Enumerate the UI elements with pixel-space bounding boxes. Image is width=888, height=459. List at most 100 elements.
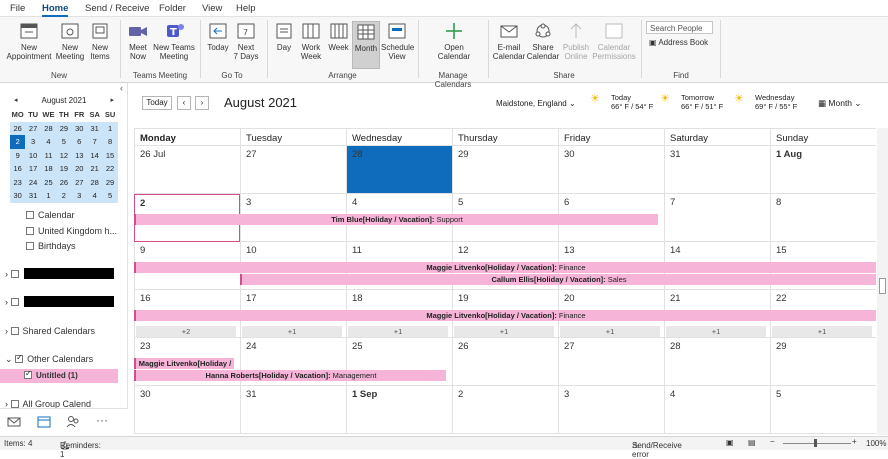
day-cell[interactable]: 8 <box>770 194 876 242</box>
mini-calendar-day[interactable]: 1 <box>41 189 56 203</box>
calendar-event[interactable]: Tim Blue[Holiday / Vacation]: Support <box>134 214 658 225</box>
more-events-button[interactable]: +1 <box>348 326 448 337</box>
calendar-event[interactable]: Hanna Roberts[Holiday / Vacation]: Manag… <box>134 370 446 381</box>
calendar-icon[interactable] <box>37 415 51 428</box>
checkbox[interactable] <box>10 327 19 335</box>
calendar-event[interactable]: Callum Ellis[Holiday / Vacation]: Sales <box>240 274 876 285</box>
mini-calendar-day[interactable]: 11 <box>41 149 56 163</box>
calendar-permissions-button[interactable]: Calendar Permissions <box>592 21 636 61</box>
day-cell[interactable]: 31 <box>664 146 770 194</box>
mini-calendar-day[interactable]: 2 <box>10 135 26 149</box>
more-events-button[interactable]: +1 <box>560 326 660 337</box>
mini-calendar-day[interactable]: 24 <box>25 176 40 190</box>
calendar-event[interactable]: Maggie Litvenko[Holiday / Vacation]: Fin… <box>134 262 876 273</box>
day-cell[interactable]: 29 <box>452 146 558 194</box>
mini-calendar-day[interactable]: 27 <box>72 176 87 190</box>
mini-calendar-day[interactable]: 22 <box>102 162 117 176</box>
mini-calendar-day[interactable]: 25 <box>41 176 56 190</box>
mini-calendar-day[interactable]: 29 <box>56 122 71 136</box>
week-view-button[interactable]: Week <box>326 21 351 52</box>
vertical-scrollbar[interactable] <box>877 128 888 435</box>
publish-online-button[interactable]: Publish Online <box>560 21 592 61</box>
search-people-input[interactable]: Search People <box>646 21 713 34</box>
folder-other-calendars[interactable]: ⌄ Other Calendars <box>5 353 93 365</box>
mini-calendar-day[interactable]: 26 <box>10 122 25 136</box>
mini-calendar-day[interactable]: 30 <box>10 189 25 203</box>
mini-calendar-day[interactable]: 9 <box>10 149 25 163</box>
more-events-button[interactable]: +1 <box>666 326 766 337</box>
more-events-button[interactable]: +1 <box>454 326 554 337</box>
menu-view[interactable]: View <box>202 3 222 14</box>
mini-calendar-day[interactable]: 10 <box>25 149 40 163</box>
work-week-view-button[interactable]: Work Week <box>297 21 325 61</box>
mini-calendar-day[interactable]: 30 <box>72 122 87 136</box>
folder-untitled[interactable]: Untitled (1) <box>24 369 78 380</box>
mini-calendar-day[interactable]: 5 <box>102 189 117 203</box>
mini-calendar-day[interactable]: 31 <box>87 122 102 136</box>
mini-calendar-day[interactable]: 28 <box>87 176 102 190</box>
mini-calendar-day[interactable]: 27 <box>25 122 40 136</box>
checkbox[interactable] <box>26 242 34 250</box>
mini-calendar-day[interactable]: 14 <box>87 149 102 163</box>
redacted-group-2[interactable]: › <box>5 297 23 307</box>
mini-calendar-day[interactable]: 20 <box>72 162 87 176</box>
mini-calendar-day[interactable]: 29 <box>102 176 117 190</box>
menu-folder[interactable]: Folder <box>159 3 186 14</box>
normal-view-icon[interactable]: ▣ <box>726 438 734 447</box>
day-cell[interactable]: 28 <box>346 146 452 194</box>
reading-view-icon[interactable]: ▤ <box>748 438 756 447</box>
day-cell[interactable]: 4 <box>664 386 770 434</box>
day-cell[interactable]: 2 <box>452 386 558 434</box>
menu-home[interactable]: Home <box>42 3 69 17</box>
day-cell[interactable]: 27 <box>558 338 664 386</box>
next-7-days-button[interactable]: 7 Next 7 Days <box>232 21 260 61</box>
day-cell[interactable]: 26 <box>452 338 558 386</box>
mini-calendar-day[interactable]: 23 <box>10 176 25 190</box>
mini-calendar-day[interactable]: 15 <box>102 149 117 163</box>
mini-calendar-day[interactable]: 21 <box>87 162 102 176</box>
mini-calendar-day[interactable]: 3 <box>72 189 87 203</box>
checkbox[interactable] <box>10 270 19 278</box>
folder-birthdays[interactable]: Birthdays <box>26 241 76 251</box>
mini-calendar-day[interactable]: 2 <box>56 189 71 203</box>
mail-icon[interactable] <box>7 416 21 428</box>
mini-calendar-day[interactable]: 4 <box>87 189 102 203</box>
mini-calendar-day[interactable]: 26 <box>56 176 71 190</box>
folder-shared-calendars[interactable]: › Shared Calendars <box>5 326 95 336</box>
mini-calendar-day[interactable]: 13 <box>72 149 87 163</box>
weather-today[interactable]: ☀ Today 66° F / 54° F <box>590 93 653 111</box>
open-calendar-button[interactable]: Open Calendar <box>432 21 476 61</box>
day-view-button[interactable]: Day <box>272 21 296 52</box>
more-events-button[interactable]: +1 <box>772 326 872 337</box>
new-items-button[interactable]: New Items <box>86 21 114 61</box>
checkbox[interactable] <box>10 298 19 306</box>
day-cell[interactable]: 3 <box>558 386 664 434</box>
menu-help[interactable]: Help <box>236 3 256 14</box>
mini-calendar-day[interactable]: 3 <box>25 135 40 149</box>
mini-calendar-day[interactable]: 4 <box>41 135 56 149</box>
zoom-slider[interactable] <box>783 443 851 444</box>
scrollbar-thumb[interactable] <box>879 278 886 294</box>
folder-uk-holidays[interactable]: United Kingdom h... <box>26 226 117 236</box>
today-button[interactable]: Today <box>204 21 232 52</box>
mini-calendar-day[interactable]: 6 <box>72 135 87 149</box>
more-events-button[interactable]: +1 <box>242 326 342 337</box>
new-teams-meeting-button[interactable]: T New Teams Meeting <box>152 21 196 61</box>
checkbox[interactable] <box>26 227 34 235</box>
folder-calendar[interactable]: Calendar <box>26 210 75 220</box>
more-events-button[interactable]: +2 <box>136 326 236 337</box>
view-selector[interactable]: ▦ Month ⌄ <box>818 99 862 108</box>
mini-calendar-day[interactable]: 16 <box>10 162 25 176</box>
day-cell[interactable]: 5 <box>770 386 876 434</box>
menu-file[interactable]: File <box>10 3 25 14</box>
month-view-button[interactable]: Month <box>352 21 380 69</box>
weather-wednesday[interactable]: ☀ Wednesday 69° F / 55° F <box>734 93 797 111</box>
mini-calendar-day[interactable]: 8 <box>102 135 117 149</box>
mini-calendar-day[interactable]: 12 <box>56 149 71 163</box>
mini-calendar-day[interactable]: 31 <box>25 189 40 203</box>
collapse-chevron-icon[interactable]: ‹ <box>120 83 123 93</box>
calendar-event[interactable]: Maggie Litvenko[Holiday / <box>134 358 234 369</box>
email-calendar-button[interactable]: E-mail Calendar <box>492 21 526 61</box>
day-cell[interactable]: 29 <box>770 338 876 386</box>
zoom-slider-thumb[interactable] <box>814 439 817 447</box>
